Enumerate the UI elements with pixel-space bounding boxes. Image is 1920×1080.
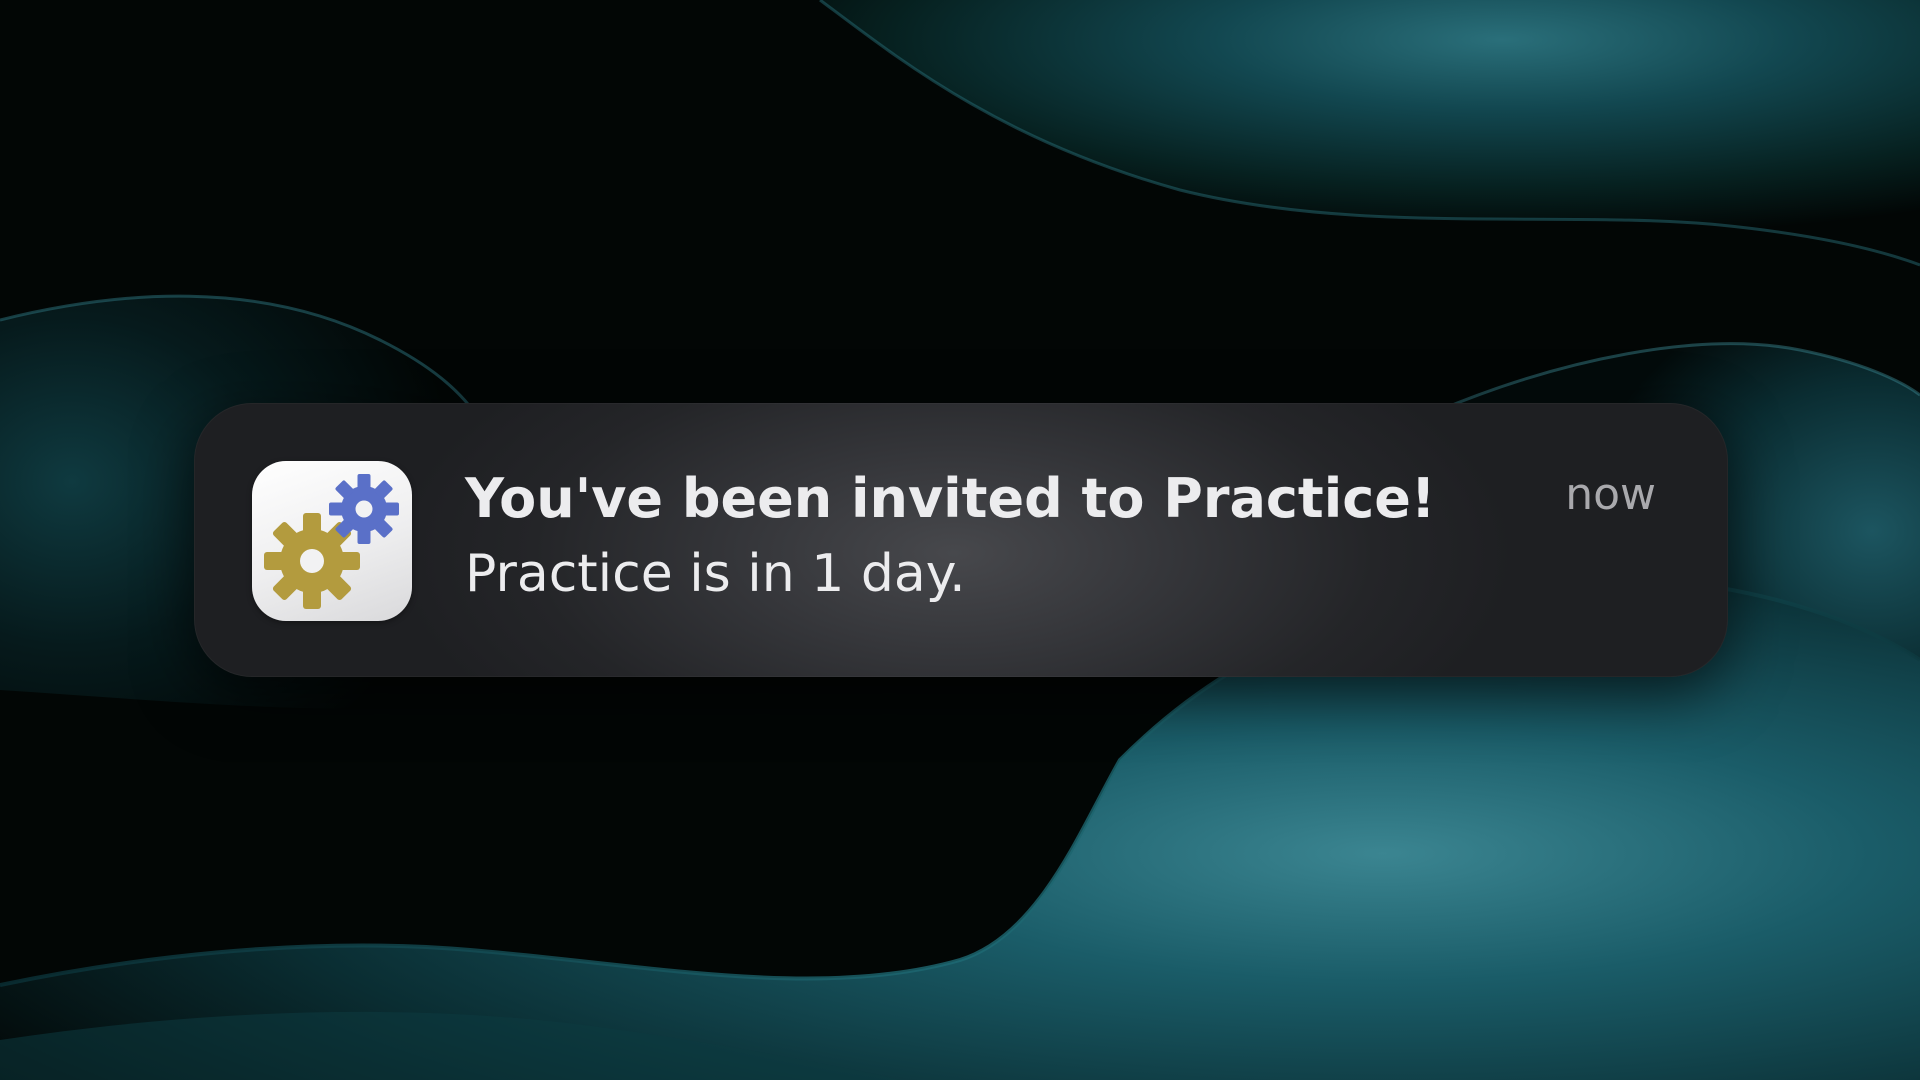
desktop: You've been invited to Practice! Practic… <box>0 0 1920 1080</box>
notification-title: You've been invited to Practice! <box>465 467 1436 530</box>
notification-body: Practice is in 1 day. <box>465 544 966 604</box>
notification-banner[interactable]: You've been invited to Practice! Practic… <box>194 403 1728 677</box>
gears-icon <box>252 461 412 621</box>
notification-timestamp: now <box>1565 469 1656 520</box>
